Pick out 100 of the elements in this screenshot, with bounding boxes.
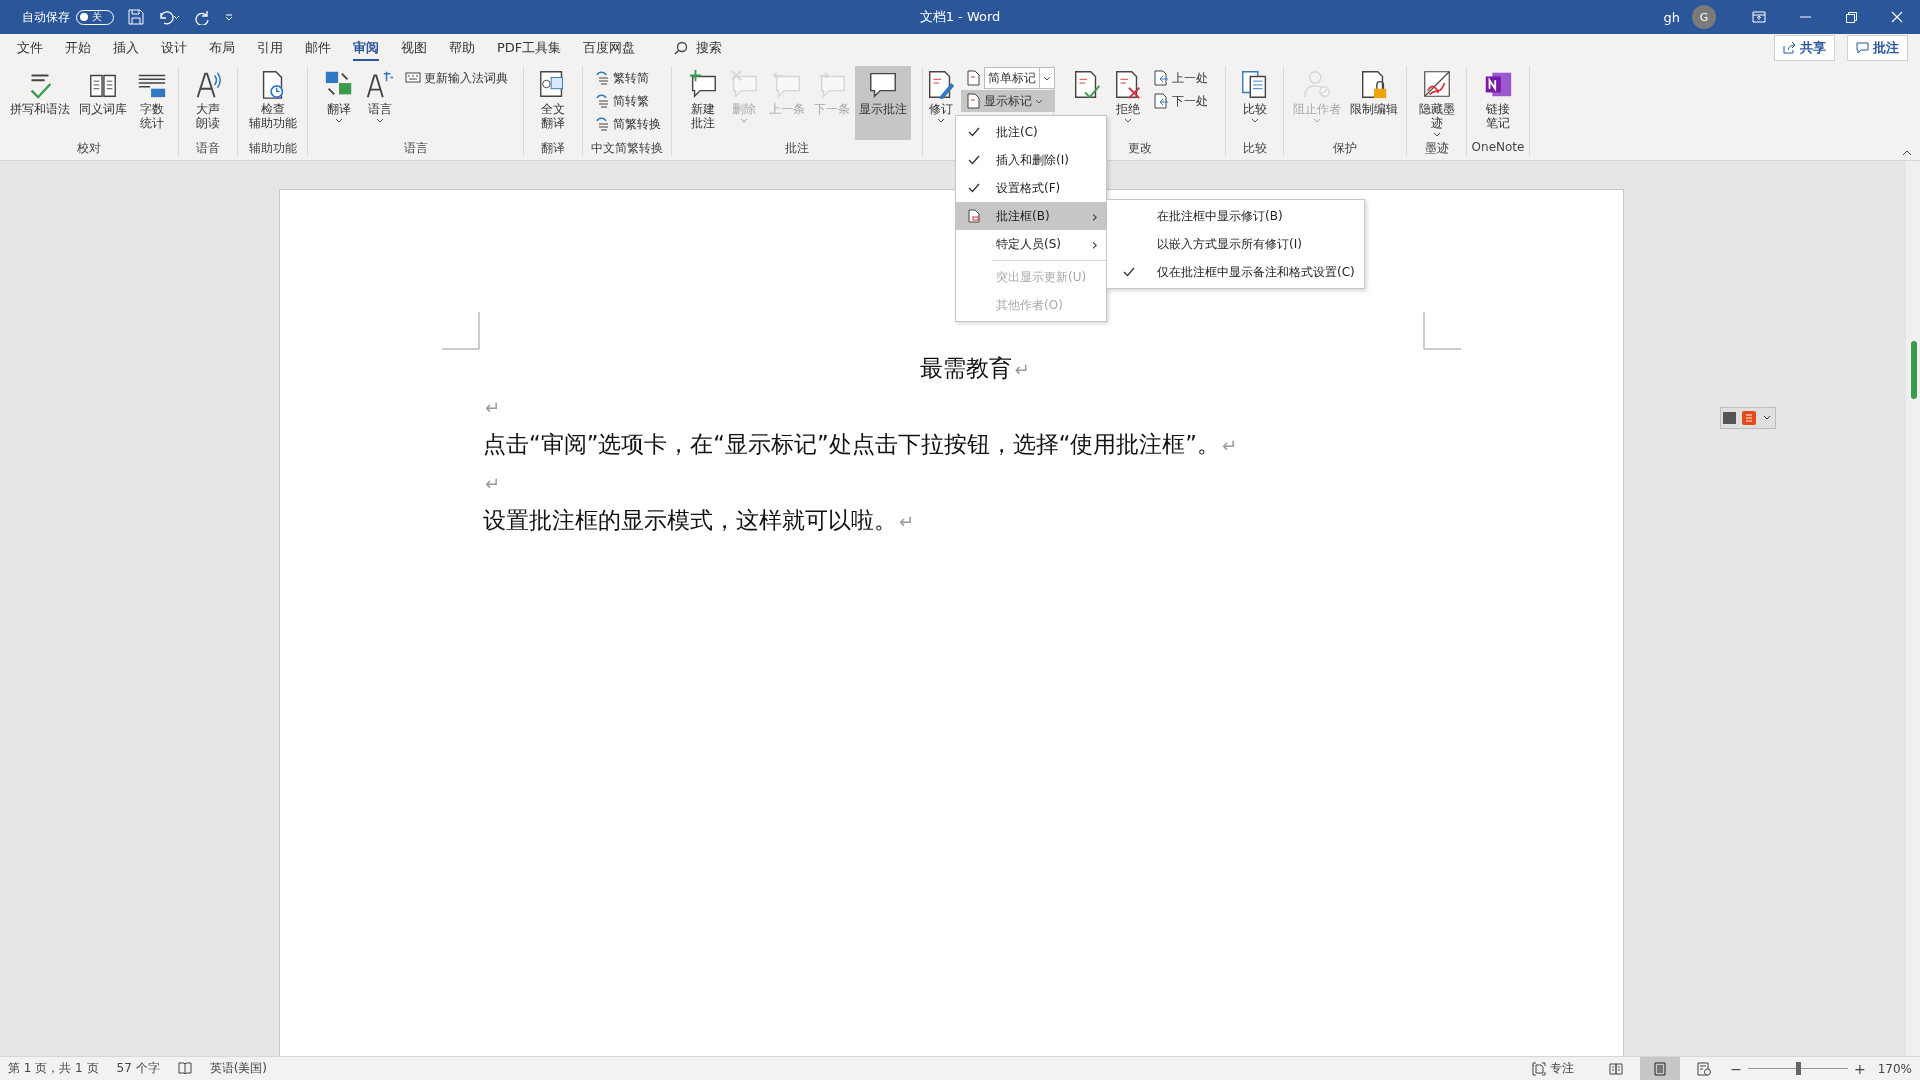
paragraph-mark: ↵: [1014, 359, 1030, 380]
group-label: 辅助功能: [248, 141, 297, 155]
caret-icon: [1124, 118, 1132, 123]
paragraph-mark: ↵: [485, 397, 501, 418]
autosave-label: 自动保存: [22, 8, 70, 26]
input-method-toolbar-icon[interactable]: [1720, 407, 1776, 429]
page-corner-mark: [1423, 312, 1461, 350]
ribbon-tab[interactable]: 视图: [390, 35, 438, 61]
save-icon[interactable]: [128, 9, 144, 25]
caret-icon: [376, 118, 384, 123]
ribbon-tab[interactable]: PDF工具集: [486, 35, 573, 61]
ribbon-display-icon: [1752, 11, 1766, 23]
ribbon-tab[interactable]: 文件: [6, 35, 54, 61]
redo-icon[interactable]: [194, 9, 210, 25]
comment-icon: [1856, 42, 1869, 54]
ribbon-tab[interactable]: 审阅: [342, 35, 390, 61]
document-heading: 最需教育: [920, 355, 1013, 381]
undo-icon[interactable]: [158, 9, 180, 25]
menu-item[interactable]: 设置格式(F): [956, 174, 1106, 202]
ribbon-button[interactable]: 限制编辑: [1345, 66, 1402, 140]
comments-button[interactable]: 批注: [1847, 35, 1908, 61]
ribbon-button[interactable]: 字数 统计: [132, 66, 172, 140]
ribbon-button[interactable]: 拼写和语法: [6, 66, 74, 140]
ribbon-button[interactable]: 上一处: [1149, 67, 1212, 89]
focus-button[interactable]: 专注: [1526, 1059, 1581, 1078]
document-arrow-icon: [1153, 93, 1169, 109]
convert-icon: [593, 70, 610, 86]
window-title: 文档1 - Word: [919, 9, 1001, 24]
user-avatar[interactable]: G: [1692, 5, 1716, 29]
ribbon-button[interactable]: 全文 翻译: [533, 66, 573, 140]
paragraph-mark: ↵: [899, 511, 915, 532]
ribbon-button[interactable]: 检查 辅助功能: [244, 66, 301, 140]
group-label: 中文简繁转换: [591, 141, 663, 155]
ribbon-tab[interactable]: 百度网盘: [572, 35, 647, 61]
ribbon-tab[interactable]: 帮助: [438, 35, 486, 61]
user-name[interactable]: gh: [1663, 9, 1680, 25]
view-button[interactable]: [1640, 1057, 1681, 1080]
read-mode-icon: [1609, 1061, 1624, 1076]
submenu-arrow: ›: [1091, 234, 1098, 254]
book-check-icon[interactable]: [177, 1062, 192, 1075]
ribbon-button[interactable]: 显示批注: [855, 66, 911, 140]
caret-icon: [1432, 132, 1441, 137]
page-count[interactable]: 第 1 页，共 1 页: [8, 1060, 99, 1077]
menu-item[interactable]: 批注框(B) ›: [956, 202, 1106, 230]
document-paragraph: 设置批注框的显示模式，这样就可以啦。: [483, 507, 897, 533]
zoom-level[interactable]: 170%: [1877, 1061, 1912, 1076]
zoom-out-button[interactable]: −: [1724, 1060, 1748, 1077]
zoom-in-button[interactable]: +: [1847, 1060, 1872, 1077]
caret-icon: [1250, 118, 1259, 123]
share-icon: [1783, 42, 1796, 54]
convert-icon: [593, 93, 610, 109]
ribbon-button[interactable]: 简繁转换: [589, 113, 665, 135]
comment-delete-icon: [728, 68, 760, 100]
ribbon-button[interactable]: 简转繁: [589, 90, 665, 112]
menu-item[interactable]: 在批注框中显示修订(B): [1107, 202, 1364, 230]
customize-toolbar-icon[interactable]: [224, 12, 234, 22]
ribbon-button[interactable]: 链接 笔记: [1478, 66, 1518, 140]
group-label: OneNote: [1471, 140, 1525, 154]
paragraph-mark: ↵: [485, 473, 501, 494]
ribbon-button[interactable]: 下一处: [1149, 90, 1212, 112]
search-button[interactable]: 搜索: [670, 35, 727, 61]
ribbon-button[interactable]: 语言: [360, 66, 400, 140]
scrollbar-thumb[interactable]: [1911, 341, 1917, 399]
share-button[interactable]: 共享: [1774, 35, 1835, 61]
menu-item[interactable]: 仅在批注框中显示备注和格式设置(C): [1107, 258, 1364, 286]
zoom-slider-thumb[interactable]: [1795, 1062, 1801, 1075]
markup-combo-box[interactable]: 简单标记: [983, 67, 1055, 89]
ribbon-button[interactable]: 繁转简: [589, 67, 665, 89]
group-label: 墨迹: [1424, 141, 1449, 155]
comment-add-icon: [687, 68, 719, 100]
ribbon-tab[interactable]: 邮件: [294, 35, 342, 61]
ribbon-button[interactable]: 大声 朗读: [188, 66, 228, 140]
ribbon-button[interactable]: 比较: [1234, 66, 1275, 140]
keyboard-icon: [405, 70, 421, 86]
menu-item[interactable]: 插入和删除(I): [956, 146, 1106, 174]
ribbon-button[interactable]: 同义词库: [75, 66, 131, 140]
menu-item[interactable]: 以嵌入方式显示所有修订(I): [1107, 230, 1364, 258]
vertical-scrollbar[interactable]: [1906, 161, 1920, 1056]
ribbon-tab[interactable]: 插入: [102, 35, 150, 61]
caret-icon: [335, 118, 343, 123]
ribbon-tab[interactable]: 引用: [246, 35, 294, 61]
ribbon-button[interactable]: 翻译: [319, 66, 359, 140]
group-label: 批注: [785, 141, 809, 155]
ribbon-tab[interactable]: 布局: [198, 35, 246, 61]
ribbon-button[interactable]: 隐藏墨 迹: [1414, 66, 1459, 140]
ribbon-button[interactable]: 显示标记: [960, 90, 1055, 112]
group-label: 校对: [77, 141, 101, 155]
ribbon-button[interactable]: 新建 批注: [683, 66, 723, 140]
word-count[interactable]: 57 个字: [116, 1060, 160, 1077]
menu-item[interactable]: 特定人员(S) ›: [956, 230, 1106, 258]
ribbon-button[interactable]: 拒绝: [1108, 66, 1148, 140]
focus-icon: [1532, 1061, 1547, 1076]
minimize-icon: [1799, 16, 1811, 18]
ribbon-button[interactable]: 更新输入法词典: [401, 67, 512, 89]
language-status[interactable]: 英语(美国): [209, 1060, 267, 1077]
group-label: 比较: [1242, 141, 1267, 155]
ribbon-tab[interactable]: 开始: [54, 35, 102, 61]
group-label: 保护: [1333, 141, 1357, 155]
ribbon-tab[interactable]: 设计: [150, 35, 198, 61]
collapse-ribbon-icon[interactable]: [1902, 150, 1912, 156]
